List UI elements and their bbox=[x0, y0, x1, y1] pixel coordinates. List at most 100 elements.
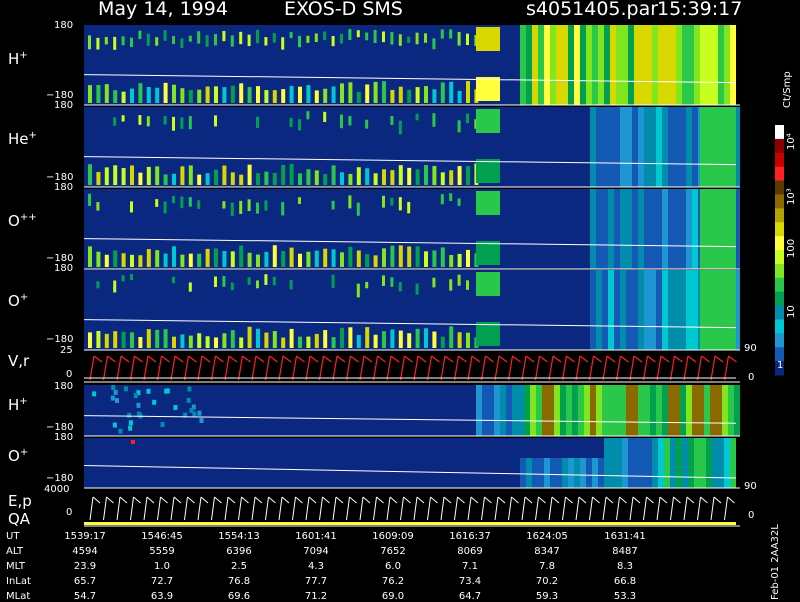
data-cell bbox=[163, 115, 167, 125]
data-cell bbox=[130, 332, 134, 348]
data-cell bbox=[440, 247, 445, 267]
data-cell bbox=[289, 280, 293, 290]
spectrogram-plot bbox=[83, 25, 784, 527]
data-cell bbox=[538, 25, 544, 105]
data-cell bbox=[121, 115, 125, 122]
data-cell bbox=[656, 107, 662, 187]
data-cell bbox=[197, 410, 202, 416]
data-cell bbox=[556, 458, 562, 488]
data-cell bbox=[323, 31, 327, 41]
data-cell bbox=[536, 385, 542, 436]
data-cell bbox=[692, 270, 698, 350]
data-cell bbox=[197, 174, 202, 185]
data-cell bbox=[314, 90, 319, 103]
colorbar-segment bbox=[775, 125, 784, 140]
data-cell bbox=[247, 252, 252, 267]
tick-p7-top: 180 bbox=[54, 432, 74, 443]
data-cell bbox=[390, 277, 394, 287]
data-cell bbox=[92, 391, 97, 397]
data-cell bbox=[415, 283, 419, 295]
data-cell bbox=[289, 117, 293, 128]
data-cell bbox=[680, 270, 686, 350]
footer-cell: 65.7 bbox=[73, 576, 97, 587]
data-cell bbox=[644, 189, 650, 269]
data-cell bbox=[281, 202, 285, 216]
data-cell bbox=[614, 107, 620, 187]
data-cell bbox=[188, 335, 193, 348]
data-cell bbox=[115, 397, 120, 403]
data-cell bbox=[724, 25, 730, 105]
data-cell bbox=[398, 86, 403, 103]
data-cell bbox=[356, 283, 360, 298]
data-cell bbox=[596, 385, 602, 436]
data-cell bbox=[616, 25, 622, 105]
data-cell bbox=[348, 173, 353, 185]
data-cell bbox=[314, 250, 319, 267]
footer-cell: 7094 bbox=[303, 546, 329, 557]
data-cell bbox=[424, 165, 428, 185]
footer-row-label: InLat bbox=[6, 576, 31, 587]
footer-cell: 76.2 bbox=[381, 576, 405, 587]
data-cell bbox=[173, 404, 178, 410]
data-cell bbox=[602, 385, 608, 436]
data-cell bbox=[230, 330, 235, 348]
data-cell bbox=[214, 86, 218, 103]
data-cell bbox=[239, 31, 243, 45]
data-cell bbox=[247, 164, 252, 185]
data-cell bbox=[532, 25, 538, 105]
panel-label-o-plusplus: O++ bbox=[8, 212, 37, 230]
data-cell bbox=[724, 438, 730, 488]
data-cell bbox=[188, 282, 192, 292]
panel-label-o-plus-1: O+ bbox=[8, 292, 29, 310]
data-cell bbox=[96, 251, 101, 267]
data-cell bbox=[128, 425, 133, 431]
data-cell bbox=[256, 202, 259, 214]
data-cell bbox=[138, 172, 143, 185]
data-cell bbox=[306, 85, 311, 103]
data-cell bbox=[188, 197, 192, 207]
data-cell bbox=[187, 386, 192, 392]
data-cell bbox=[622, 25, 628, 105]
data-cell bbox=[628, 25, 634, 105]
data-cell bbox=[155, 37, 159, 46]
data-cell bbox=[604, 25, 610, 105]
footer-cell: 1554:13 bbox=[218, 531, 260, 542]
data-cell bbox=[620, 270, 626, 350]
data-cell bbox=[457, 332, 462, 348]
data-cell bbox=[146, 166, 151, 185]
data-cell bbox=[544, 458, 550, 488]
data-cell bbox=[331, 249, 336, 267]
data-cell bbox=[449, 29, 453, 39]
data-cell bbox=[598, 458, 604, 488]
data-cell bbox=[407, 167, 412, 185]
footer-row-label: ALT bbox=[6, 546, 24, 557]
data-cell bbox=[348, 82, 353, 103]
footer-cell: 1539:17 bbox=[64, 531, 106, 542]
data-cell bbox=[172, 84, 176, 103]
data-cell bbox=[256, 86, 260, 103]
data-cell bbox=[734, 385, 740, 436]
data-cell bbox=[614, 189, 620, 269]
data-cell bbox=[390, 245, 395, 267]
data-cell bbox=[239, 200, 243, 214]
data-cell bbox=[432, 250, 437, 267]
data-cell bbox=[680, 107, 686, 187]
data-cell bbox=[146, 249, 151, 267]
data-cell bbox=[138, 30, 142, 40]
data-cell bbox=[230, 85, 235, 103]
data-cell bbox=[230, 251, 235, 267]
data-cell bbox=[205, 248, 210, 267]
data-cell bbox=[610, 438, 616, 488]
data-cell bbox=[638, 107, 644, 187]
data-cell bbox=[398, 282, 402, 292]
data-cell bbox=[644, 385, 650, 436]
data-cell bbox=[650, 107, 656, 187]
data-cell bbox=[121, 331, 126, 348]
data-cell bbox=[652, 438, 658, 488]
data-cell bbox=[348, 29, 352, 40]
data-cell bbox=[247, 199, 251, 212]
data-cell bbox=[432, 165, 437, 185]
data-cell bbox=[586, 25, 592, 105]
data-cell bbox=[592, 458, 598, 488]
data-cell bbox=[96, 37, 100, 50]
